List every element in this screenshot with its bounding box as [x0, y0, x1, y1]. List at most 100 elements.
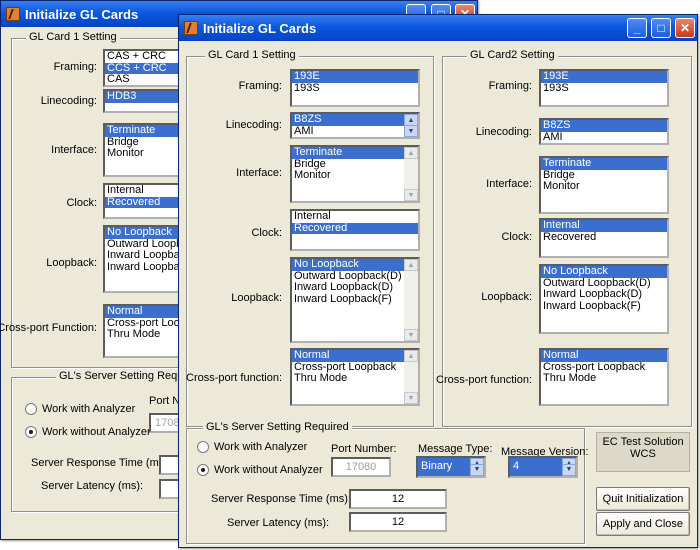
- list-scrollbar[interactable]: ▲ ▼: [404, 114, 418, 137]
- back-loopback-list[interactable]: No LoopbackOutward LoopbackInward Loopba…: [103, 225, 185, 293]
- card2-framing-list[interactable]: 193E 193S: [539, 69, 669, 107]
- list-scrollbar[interactable]: ▲ ▼: [404, 147, 418, 201]
- list-item[interactable]: 193S: [292, 82, 418, 95]
- list-item[interactable]: CAS: [105, 73, 183, 85]
- spin-down-icon[interactable]: ▼: [470, 464, 484, 476]
- back-clock-list[interactable]: Internal Recovered: [103, 183, 185, 219]
- card1-loopback-list[interactable]: No Loopback Outward Loopback(D) Inward Loo…: [290, 257, 420, 343]
- list-item[interactable]: Recovered: [541, 231, 667, 244]
- back-framing-list[interactable]: CAS + CRC CCS + CRC CAS: [103, 49, 185, 87]
- front-window-titlebar[interactable]: Initialize GL Cards _ □ ✕: [179, 15, 697, 41]
- back-framing-label: Framing:: [53, 61, 97, 73]
- list-item[interactable]: Internal: [292, 211, 418, 223]
- list-scrollbar[interactable]: ▲ ▼: [404, 350, 418, 404]
- msg-type-spinner[interactable]: ▲▼: [470, 458, 484, 476]
- list-item[interactable]: Monitor: [292, 169, 404, 182]
- list-item[interactable]: Terminate: [541, 158, 667, 170]
- list-item[interactable]: No Loopback: [292, 259, 404, 271]
- list-item[interactable]: Normal: [292, 350, 404, 362]
- list-item[interactable]: Recovered: [292, 222, 418, 234]
- list-item[interactable]: Internal: [541, 220, 667, 232]
- back-radio-without-analyzer[interactable]: Work without Analyzer: [25, 426, 151, 438]
- list-item[interactable]: Thru Mode: [541, 372, 667, 385]
- list-item[interactable]: Normal: [105, 306, 183, 318]
- close-icon[interactable]: ✕: [675, 18, 695, 38]
- list-item[interactable]: Inward Loopback(: [105, 249, 183, 262]
- back-linecoding-list[interactable]: HDB3: [103, 89, 185, 113]
- list-item[interactable]: Inward Loopback(: [105, 261, 183, 274]
- list-item[interactable]: Inward Loopback(D): [292, 281, 404, 294]
- info-line2: WCS: [630, 448, 656, 460]
- list-item[interactable]: 193E: [541, 71, 667, 83]
- scroll-down-icon[interactable]: ▼: [404, 125, 418, 137]
- apply-and-close-button[interactable]: Apply and Close: [596, 512, 690, 536]
- list-item[interactable]: Terminate: [105, 125, 183, 137]
- card1-clock-list[interactable]: Internal Recovered: [290, 209, 420, 251]
- list-item[interactable]: CAS + CRC: [105, 51, 183, 63]
- card1-loopback-label: Loopback:: [231, 292, 282, 304]
- radio-without-analyzer[interactable]: Work without Analyzer: [197, 464, 323, 476]
- front-window: Initialize GL Cards _ □ ✕ GL Card 1 Sett…: [178, 14, 698, 548]
- list-item[interactable]: Internal: [105, 185, 183, 197]
- list-item[interactable]: Inward Loopback(D): [541, 288, 667, 301]
- card2-title: GL Card2 Setting: [467, 49, 558, 61]
- card2-linecoding-list[interactable]: B8ZS AMI: [539, 118, 669, 145]
- list-item[interactable]: 193E: [292, 71, 418, 83]
- scroll-down-icon[interactable]: ▼: [404, 189, 418, 201]
- msg-version-select[interactable]: 4 ▲▼: [508, 456, 578, 478]
- card2-loopback-list[interactable]: No Loopback Outward Loopback(D) Inward Loo…: [539, 264, 669, 334]
- scroll-down-icon[interactable]: ▼: [404, 392, 418, 404]
- latency-label: Server Latency (ms):: [227, 517, 330, 529]
- list-scrollbar[interactable]: ▲ ▼: [404, 259, 418, 341]
- card2-interface-list[interactable]: Terminate Bridge Monitor: [539, 156, 669, 214]
- latency-field[interactable]: 12: [349, 512, 447, 532]
- radio-with-circle: [197, 441, 209, 453]
- back-interface-list[interactable]: Terminate Bridge Monitor: [103, 123, 185, 177]
- card2-linecoding-label: Linecoding:: [475, 126, 532, 138]
- back-radio-without-circle: [25, 426, 37, 438]
- maximize-icon[interactable]: □: [651, 18, 671, 38]
- list-item[interactable]: 193S: [541, 82, 667, 95]
- list-item[interactable]: Thru Mode: [292, 372, 404, 385]
- back-response-label: Server Response Time (ms):: [31, 457, 171, 469]
- card2-clock-list[interactable]: Internal Recovered: [539, 218, 669, 258]
- card1-linecoding-list[interactable]: B8ZS AMI ▲ ▼: [290, 112, 420, 139]
- back-radio-with-label: Work with Analyzer: [42, 403, 136, 415]
- quit-initialization-button[interactable]: Quit Initialization: [596, 487, 690, 511]
- radio-without-circle: [197, 464, 209, 476]
- list-item[interactable]: AMI: [541, 131, 667, 144]
- back-linecoding-label: Linecoding:: [40, 95, 97, 107]
- card1-crossport-list[interactable]: Normal Cross-port Loopback Thru Mode ▲ ▼: [290, 348, 420, 406]
- back-loopback-label: Loopback:: [46, 257, 97, 269]
- back-crossport-list[interactable]: NormalCross-port LoopbaThru Mode: [103, 304, 185, 358]
- msg-version-spinner[interactable]: ▲▼: [562, 458, 576, 476]
- card1-framing-list[interactable]: 193E 193S: [290, 69, 420, 107]
- list-item[interactable]: Thru Mode: [105, 328, 183, 341]
- scroll-up-icon[interactable]: ▲: [404, 147, 418, 159]
- spin-down-icon[interactable]: ▼: [562, 464, 576, 476]
- scroll-up-icon[interactable]: ▲: [404, 259, 418, 271]
- list-item[interactable]: HDB3: [105, 91, 183, 103]
- list-item[interactable]: No Loopback: [541, 266, 667, 278]
- list-item[interactable]: No Loopback: [105, 227, 183, 239]
- card1-interface-list[interactable]: Terminate Bridge Monitor ▲ ▼: [290, 145, 420, 203]
- back-radio-with-analyzer[interactable]: Work with Analyzer: [25, 403, 135, 415]
- msg-type-select[interactable]: Binary ▲▼: [416, 456, 486, 478]
- list-item[interactable]: AMI: [292, 125, 404, 138]
- list-item[interactable]: B8ZS: [541, 120, 667, 132]
- list-item[interactable]: Normal: [541, 350, 667, 362]
- response-field[interactable]: 12: [349, 489, 447, 509]
- list-item[interactable]: Terminate: [292, 147, 404, 159]
- card2-crossport-list[interactable]: Normal Cross-port Loopback Thru Mode: [539, 348, 669, 406]
- list-item[interactable]: B8ZS: [292, 114, 404, 126]
- minimize-icon[interactable]: _: [627, 18, 647, 38]
- radio-with-analyzer[interactable]: Work with Analyzer: [197, 441, 307, 453]
- list-item[interactable]: Monitor: [541, 180, 667, 193]
- list-item[interactable]: Recovered: [105, 196, 183, 208]
- port-field[interactable]: 17080: [331, 457, 391, 477]
- list-item[interactable]: Inward Loopback(F): [292, 293, 404, 306]
- scroll-up-icon[interactable]: ▲: [404, 350, 418, 362]
- list-item[interactable]: Monitor: [105, 147, 183, 160]
- scroll-down-icon[interactable]: ▼: [404, 329, 418, 341]
- list-item[interactable]: Inward Loopback(F): [541, 300, 667, 313]
